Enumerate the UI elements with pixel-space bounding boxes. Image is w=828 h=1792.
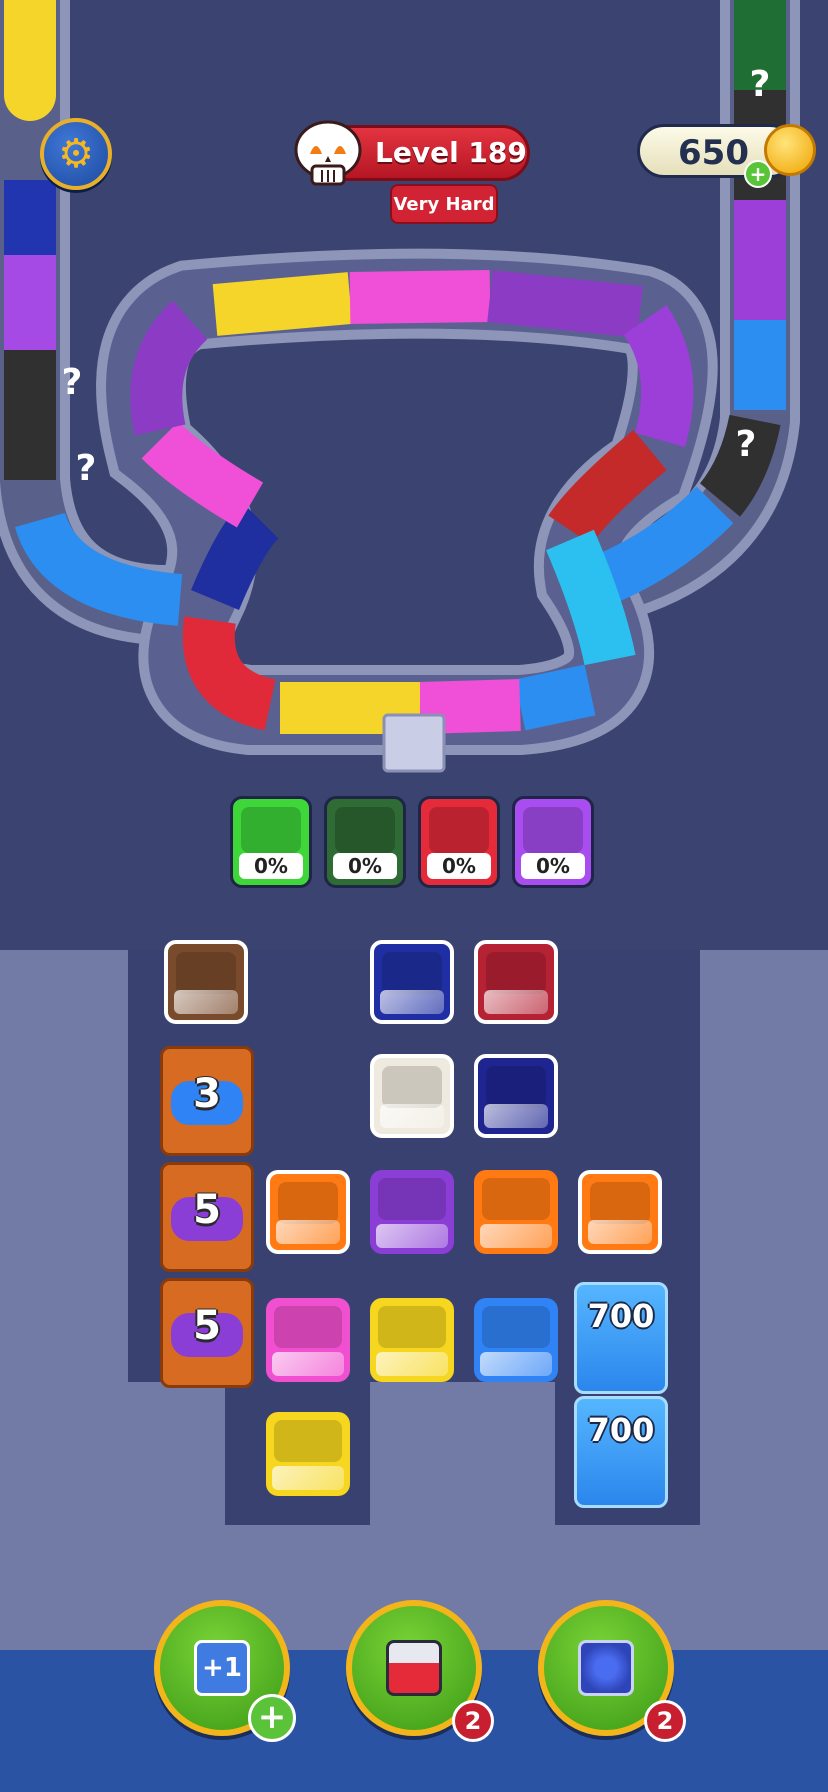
color-box[interactable] — [370, 1170, 454, 1254]
crate-counter: 5 — [193, 1187, 221, 1233]
game-screen: ? ? ? ? ⚙ Level 189 Very Hard 650 + 0% 0%… — [0, 0, 828, 1792]
booster-count-badge: 2 — [452, 1700, 494, 1742]
box-base — [376, 1224, 448, 1248]
add-slot-booster-button[interactable]: +1 + — [154, 1600, 296, 1742]
ice-counter: 700 — [587, 1297, 655, 1335]
locked-crate: 5 — [160, 1278, 254, 1388]
booster-count-badge: 2 — [644, 1700, 686, 1742]
color-box[interactable] — [370, 940, 454, 1024]
box-opening — [486, 1066, 546, 1108]
box-opening — [482, 1306, 550, 1348]
box-opening — [274, 1306, 342, 1348]
box-base — [380, 990, 444, 1014]
locked-crate: 3 — [160, 1046, 254, 1156]
box-base — [484, 990, 548, 1014]
shuffle-booster-button[interactable]: 2 — [538, 1600, 686, 1742]
lift-booster-button[interactable]: 2 — [346, 1600, 494, 1742]
color-box[interactable] — [474, 1054, 558, 1138]
ice-counter: 700 — [587, 1411, 655, 1449]
crate-counter: 5 — [193, 1303, 221, 1349]
box-base — [480, 1352, 552, 1376]
color-box[interactable] — [266, 1412, 350, 1496]
locked-crate: 5 — [160, 1162, 254, 1272]
lift-box-icon — [386, 1640, 442, 1696]
color-box[interactable] — [474, 1298, 558, 1382]
box-opening — [482, 1178, 550, 1220]
box-opening — [378, 1178, 446, 1220]
box-opening — [382, 952, 442, 994]
box-base — [276, 1220, 340, 1244]
color-box[interactable] — [578, 1170, 662, 1254]
box-base — [174, 990, 238, 1014]
box-base — [272, 1466, 344, 1490]
box-opening — [278, 1182, 338, 1224]
box-base — [484, 1104, 548, 1128]
color-box[interactable] — [164, 940, 248, 1024]
box-base — [376, 1352, 448, 1376]
shuffle-beads-icon — [578, 1640, 634, 1696]
color-box[interactable] — [370, 1054, 454, 1138]
crate-counter: 3 — [193, 1071, 221, 1117]
color-box[interactable] — [266, 1298, 350, 1382]
color-box[interactable] — [474, 940, 558, 1024]
color-box[interactable] — [370, 1298, 454, 1382]
add-booster-button[interactable]: + — [248, 1694, 296, 1742]
color-box[interactable] — [266, 1170, 350, 1254]
box-opening — [382, 1066, 442, 1108]
box-opening — [274, 1420, 342, 1462]
box-opening — [590, 1182, 650, 1224]
frozen-box: 700 — [574, 1396, 668, 1508]
box-base — [480, 1224, 552, 1248]
frozen-box: 700 — [574, 1282, 668, 1394]
color-box[interactable] — [474, 1170, 558, 1254]
box-opening — [378, 1306, 446, 1348]
box-base — [272, 1352, 344, 1376]
box-base — [380, 1104, 444, 1128]
box-base — [588, 1220, 652, 1244]
game-board: 3 5 5 700 700 — [0, 0, 828, 1792]
plus-one-icon: +1 — [194, 1640, 250, 1696]
box-opening — [176, 952, 236, 994]
box-opening — [486, 952, 546, 994]
